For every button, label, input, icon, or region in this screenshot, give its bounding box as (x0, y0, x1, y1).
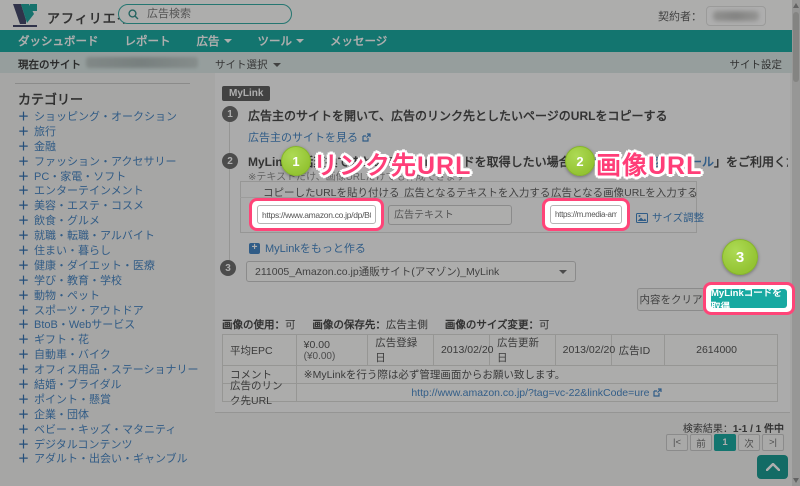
highlight-image-url-input (542, 198, 630, 231)
paste-url-input[interactable] (257, 205, 376, 224)
annotation-circle-3: 3 (722, 239, 758, 275)
tutorial-dim-overlay (0, 0, 800, 486)
image-url-input[interactable] (550, 205, 622, 224)
highlight-url-input (249, 198, 384, 231)
highlight-get-code-button: MyLinkコードを取得 (703, 282, 795, 315)
mylink-page: アフィリエイト 契約者： ダッシュボード レポート 広告 ツール メッセージ 現… (0, 0, 800, 486)
annotation-circle-1: 1 (281, 146, 311, 176)
annotation-link-url-label: リンク先URL (313, 152, 472, 180)
get-mylink-code-button[interactable]: MyLinkコードを取得 (711, 288, 787, 313)
annotation-circle-2: 2 (565, 146, 595, 176)
annotation-image-url-label: 画像URL (596, 152, 703, 180)
